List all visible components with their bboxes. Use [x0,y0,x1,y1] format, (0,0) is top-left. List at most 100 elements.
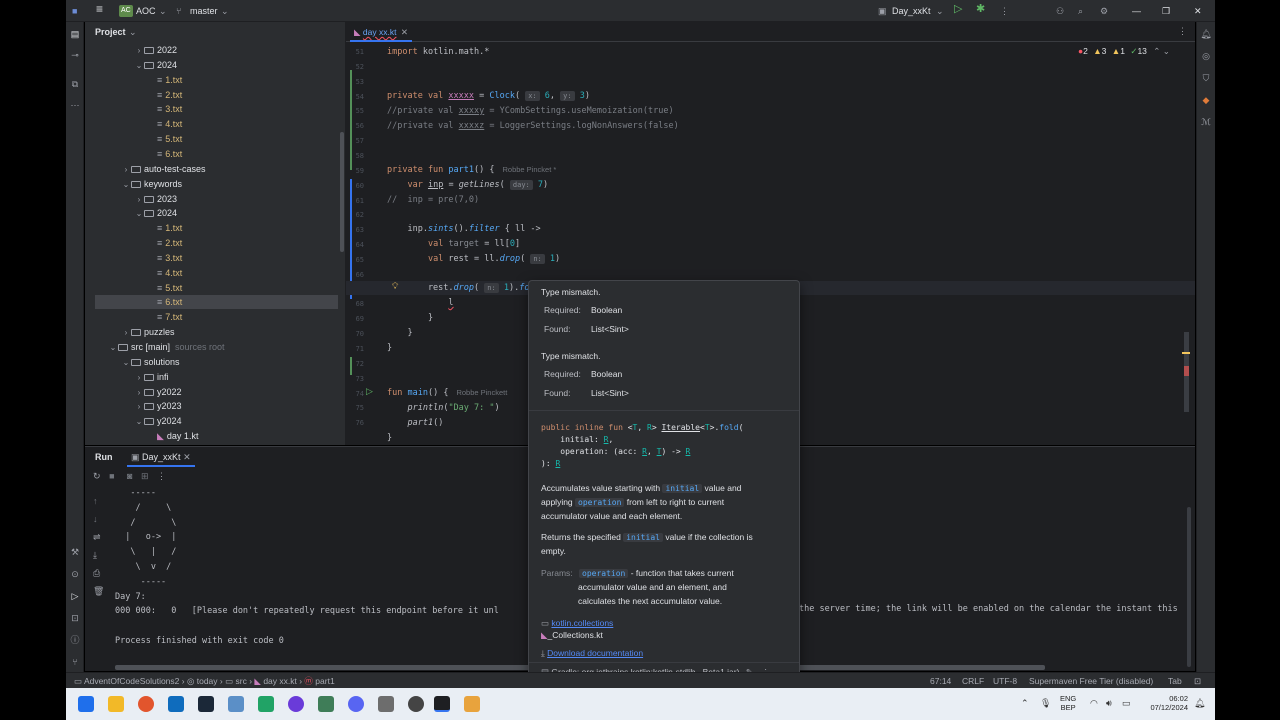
tree-item[interactable]: ◣ day 1.kt [95,429,338,443]
close-icon[interactable]: ✕ [1194,5,1202,17]
mail-icon[interactable] [228,696,244,712]
line-separator[interactable]: CRLF [962,675,984,687]
plugin-icon[interactable]: ◆ [1200,94,1212,106]
code-line[interactable]: } [387,311,433,325]
calculator-icon[interactable] [378,696,394,712]
chevron-right-icon[interactable]: › [134,371,144,385]
chevron-right-icon[interactable]: › [134,400,144,414]
wifi-icon[interactable]: ◠ [1090,698,1098,709]
close-tab-icon[interactable]: ✕ [401,27,408,37]
chevron-down-icon[interactable]: ⌄ [1163,46,1170,56]
notifications-icon[interactable]: 🔔︎ [1200,28,1212,40]
more-icon[interactable]: ⋮ [157,471,166,481]
tree-item[interactable]: › auto-test-cases [95,162,338,176]
minimize-icon[interactable]: — [1132,5,1141,17]
terminal-tool-icon[interactable]: ⊡ [69,612,81,624]
lock-icon[interactable]: ⊡ [1194,675,1201,687]
tree-item[interactable]: › 2022 [95,43,338,57]
maximize-icon[interactable]: ❐ [1162,5,1170,17]
run-icon[interactable]: ▷ [954,3,962,15]
tree-item[interactable]: ⌄ 2024 [95,206,338,220]
tree-item[interactable]: ≡ 7.txt [95,310,338,324]
stop-icon[interactable]: ■ [109,471,114,481]
console-v-scrollbar[interactable] [1187,507,1191,667]
intellij-icon[interactable] [434,696,450,712]
git-tool-icon[interactable]: ⑂ [69,656,81,668]
code-line[interactable]: } [387,326,412,340]
code-line[interactable]: import kotlin.math.* [387,45,489,59]
build-tool-icon[interactable]: ⚒ [69,546,81,558]
tree-item[interactable]: ⌄ src [main] sources root [95,340,338,354]
code-line[interactable]: private val xxxxx = Clock( x: 6, y: 3) [387,89,590,103]
error-stripe-marker[interactable] [1184,366,1189,376]
chevron-right-icon[interactable]: › [134,193,144,207]
run-tool-icon[interactable]: ▷ [69,590,81,602]
tree-item[interactable]: › 2023 [95,192,338,206]
run-config-selector[interactable]: Day_xxKt [892,5,931,17]
tree-item[interactable]: › y2023 [95,399,338,413]
breadcrumb-item[interactable]: day xx.kt [263,676,297,686]
tree-item[interactable]: ⌄ solutions [95,355,338,369]
tree-item[interactable]: ≡ 5.txt [95,132,338,146]
outlook-icon[interactable] [168,696,184,712]
notification-bell-icon[interactable]: 🔔︎ [1194,698,1205,709]
code-line[interactable]: private fun part1() {Robbe Pincket * [387,163,556,177]
more-tools-icon[interactable]: ⋯ [69,99,81,111]
clock[interactable]: 06:02 07/12/2024 [1136,694,1188,712]
license-status[interactable]: Supermaven Free Tier (disabled) [1029,675,1153,687]
code-line[interactable]: } [387,341,392,355]
volume-icon[interactable]: 🔊︎ [1106,698,1112,709]
tree-item[interactable]: ≡ 3.txt [95,102,338,116]
file-explorer-icon[interactable] [108,696,124,712]
discord-icon[interactable] [348,696,364,712]
tree-item[interactable]: ≡ 4.txt [95,117,338,131]
gear-icon[interactable]: ⚙ [1100,5,1108,17]
code-line[interactable]: fun main() {Robbe Pinckett [387,386,507,400]
code-line[interactable]: } [387,431,392,445]
editor-tab[interactable]: ◣ day xx.kt ✕ [350,22,412,42]
code-line[interactable]: part1() [387,416,443,430]
code-line[interactable]: println("Day 7: ") [387,401,499,415]
chevron-down-icon[interactable]: ⌄ [108,341,118,355]
tree-item[interactable]: ≡ 6.txt [95,295,338,310]
branch-selector[interactable]: master [190,5,218,17]
photos-icon[interactable] [318,696,334,712]
code-line[interactable]: inp.sints().filter { ll -> [387,222,540,236]
tree-item[interactable]: ≡ 3.txt [95,251,338,265]
problems-tool-icon[interactable]: ⓘ [69,634,81,646]
code-line[interactable]: val target = ll[0] [387,237,520,251]
tree-item[interactable]: ⌄ y2024 [95,414,338,428]
warning-stripe-marker[interactable] [1182,352,1190,354]
code-line[interactable]: //private val xxxxz = LoggerSettings.log… [387,119,679,133]
tree-item[interactable]: ⌄ keywords [95,177,338,191]
account-icon[interactable]: ⚇ [1056,5,1064,17]
breadcrumb-item[interactable]: part1 [315,676,334,686]
tree-item[interactable]: › infi [95,370,338,384]
chevron-down-icon[interactable]: ⌄ [134,207,144,221]
code-line[interactable]: val rest = ll.drop( n: 1) [387,252,560,266]
package-link[interactable]: kotlin.collections [551,618,613,628]
chevron-right-icon[interactable]: › [121,163,131,177]
tree-item[interactable]: ≡ 2.txt [95,88,338,102]
tree-item[interactable]: › y2022 [95,385,338,399]
code-line[interactable]: l [387,296,453,310]
caret-position[interactable]: 67:14 [930,675,951,687]
code-line[interactable]: //private val xxxxy = YCombSettings.useM… [387,104,674,118]
close-tab-icon[interactable]: ✕ [183,452,191,462]
main-menu-icon[interactable]: ≡ [96,3,103,15]
debug-icon[interactable]: ✱ [976,3,985,15]
steam-icon[interactable] [198,696,214,712]
microphone-icon[interactable]: 🎙︎ [1040,698,1051,709]
firefox-icon[interactable] [138,696,154,712]
run-tab[interactable]: ▣ Day_xxKt ✕ [127,447,195,467]
tree-item[interactable]: ≡ 1.txt [95,73,338,87]
tree-item[interactable]: ≡ 6.txt [95,147,338,161]
quick-doc-popup[interactable]: Type mismatch. Required: Boolean Found: … [528,280,800,686]
search-icon[interactable]: ⌕ [1078,5,1083,17]
indent-setting[interactable]: Tab [1168,675,1182,687]
breadcrumb-item[interactable]: src [236,676,247,686]
tree-item[interactable]: › puzzles [95,325,338,339]
services-tool-icon[interactable]: ⊙ [69,568,81,580]
input-language[interactable]: ENG BEP [1060,694,1076,712]
project-selector[interactable]: AOC [136,5,156,17]
